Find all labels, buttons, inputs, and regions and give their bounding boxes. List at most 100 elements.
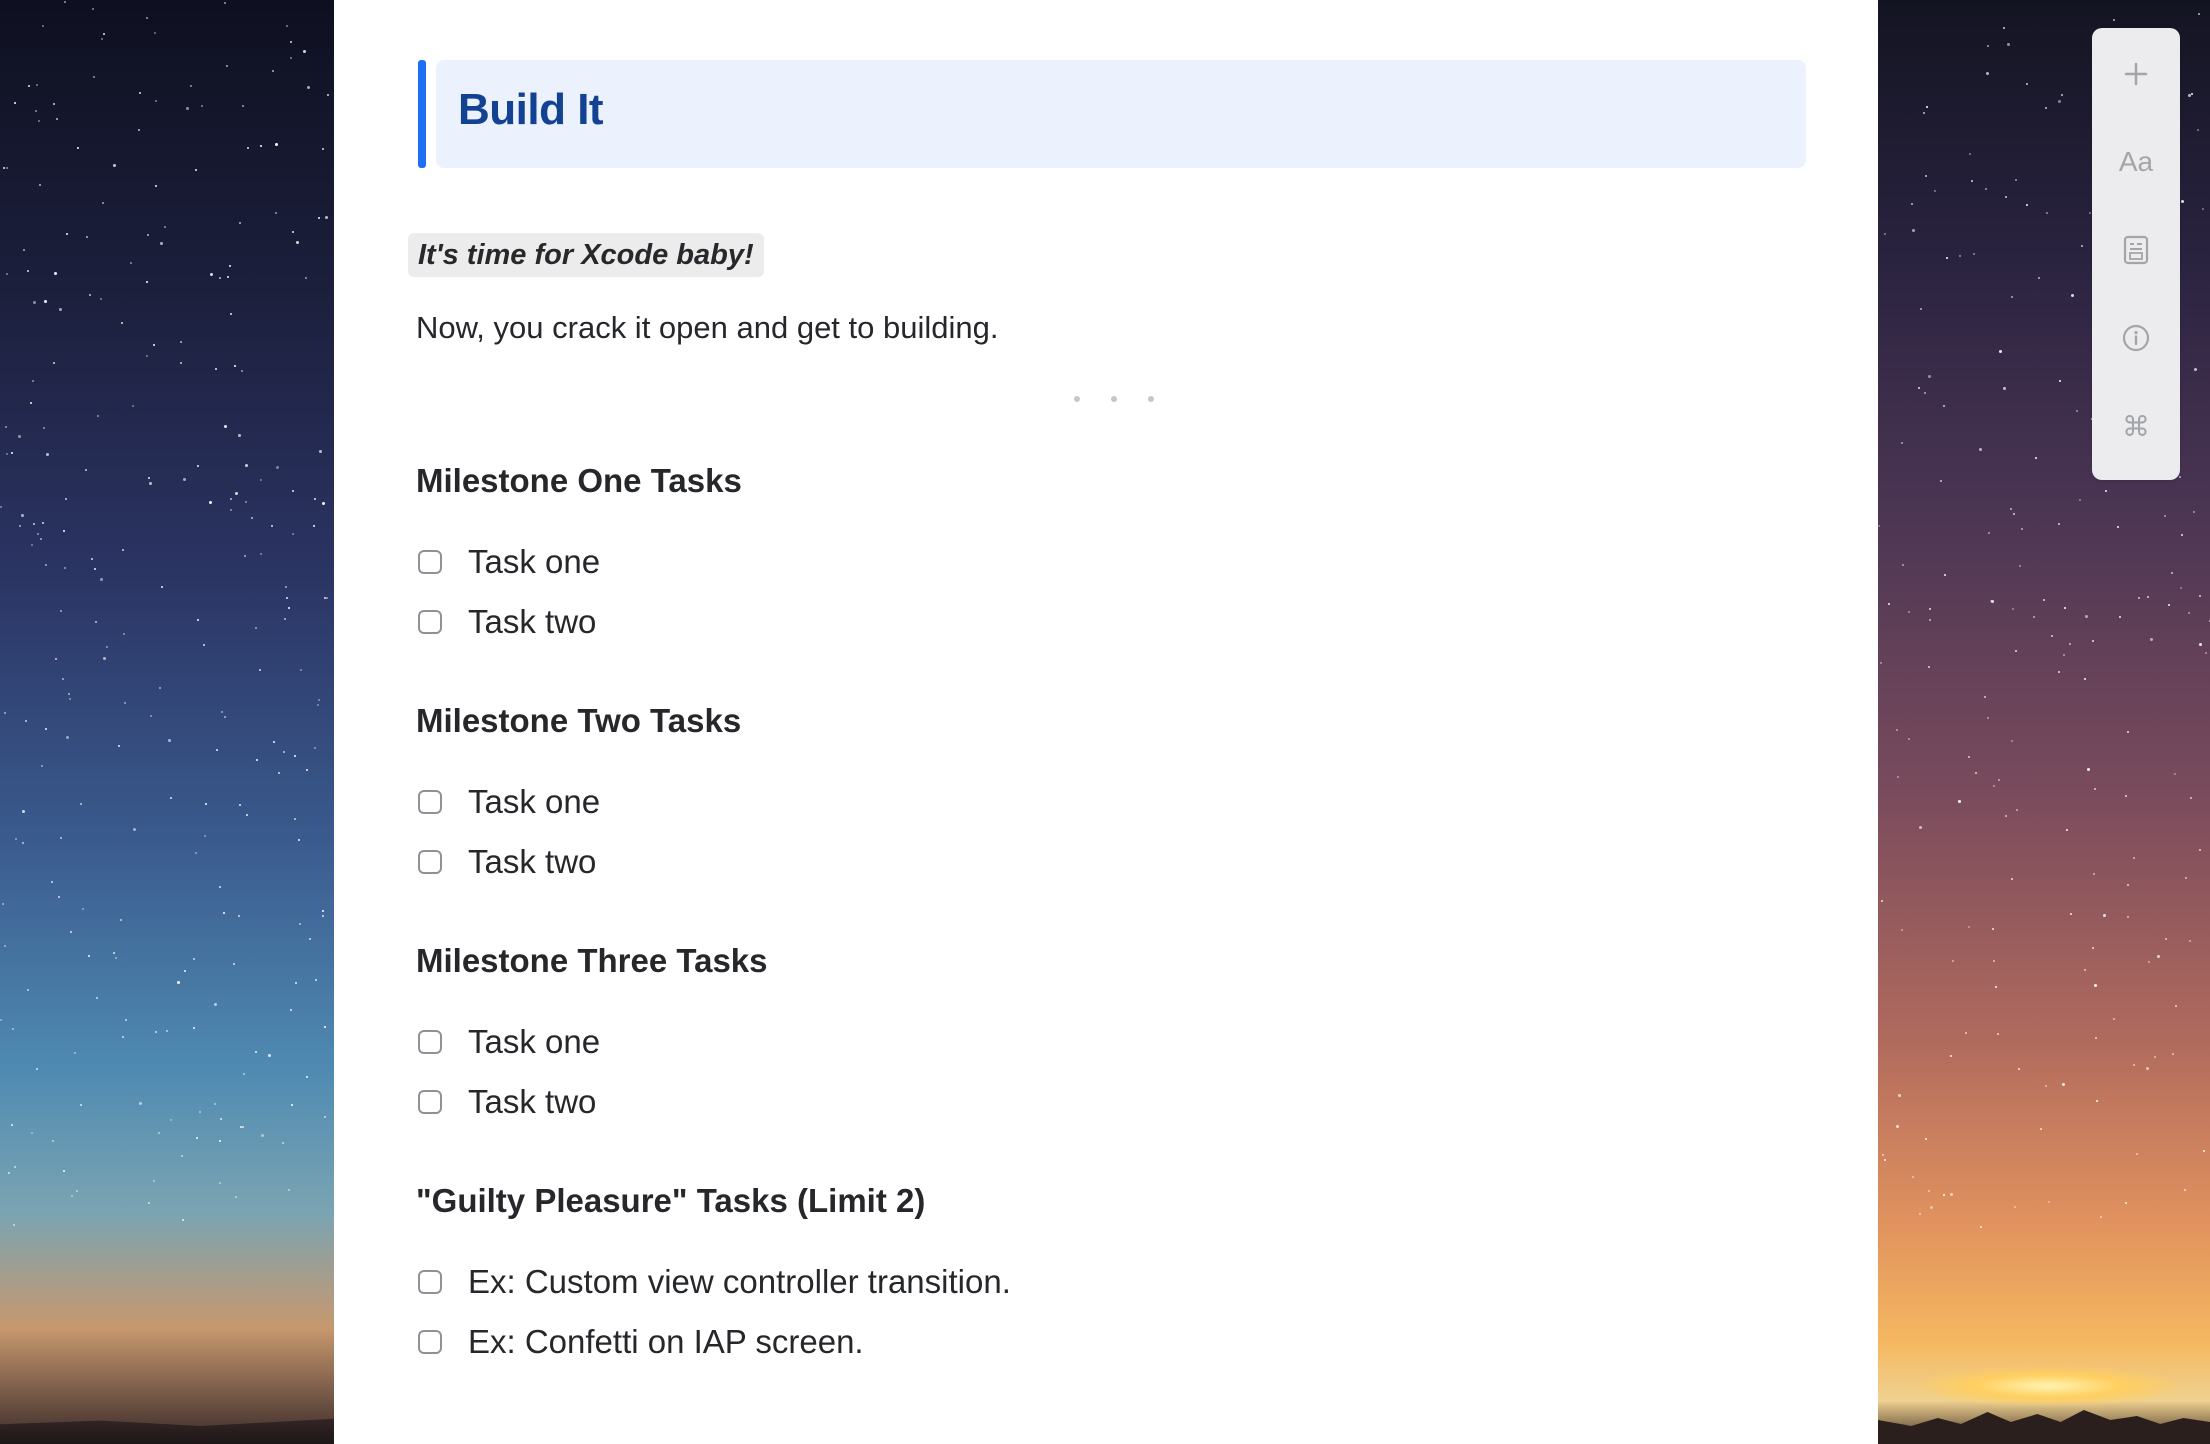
task-checkbox[interactable] — [418, 850, 442, 874]
star — [2040, 1128, 2042, 1130]
star — [4, 945, 6, 947]
star — [1919, 1213, 1921, 1215]
star — [2010, 508, 2012, 510]
star — [12, 1028, 14, 1030]
star — [1990, 600, 1992, 602]
star — [2146, 1067, 2149, 1070]
section-heading[interactable]: Milestone Two Tasks — [416, 702, 741, 740]
section-heading[interactable]: Milestone Three Tasks — [416, 942, 768, 980]
star — [290, 41, 292, 43]
media-card-button[interactable] — [2092, 218, 2180, 282]
star — [283, 751, 285, 753]
star — [285, 586, 287, 588]
star — [2033, 616, 2035, 618]
star — [260, 145, 262, 147]
star — [322, 910, 324, 912]
info-button[interactable] — [2092, 306, 2180, 370]
star — [2058, 100, 2061, 103]
star — [146, 355, 148, 357]
star — [2181, 534, 2183, 536]
star — [239, 804, 241, 806]
star — [292, 490, 294, 492]
document-page[interactable]: Build It It's time for Xcode baby! Now, … — [334, 0, 1878, 1444]
star — [219, 1182, 221, 1184]
star — [224, 2, 226, 4]
star — [278, 772, 280, 774]
star — [64, 1, 66, 3]
star — [2193, 511, 2195, 513]
task-label[interactable]: Task one — [468, 1023, 600, 1061]
star — [2127, 731, 2129, 733]
star — [1888, 603, 1890, 605]
section-heading[interactable]: Milestone One Tasks — [416, 462, 742, 500]
star — [272, 70, 274, 72]
star — [2197, 129, 2199, 131]
star — [63, 530, 65, 532]
task-checkbox[interactable] — [418, 790, 442, 814]
star — [55, 658, 57, 660]
star — [1987, 717, 1989, 719]
star — [36, 1068, 38, 1070]
star — [235, 1196, 237, 1198]
star — [1884, 233, 1886, 235]
task-label[interactable]: Task two — [468, 843, 596, 881]
page-title[interactable]: Build It — [458, 85, 604, 135]
star — [2063, 654, 2065, 656]
section-heading[interactable]: "Guilty Pleasure" Tasks (Limit 2) — [416, 1182, 925, 1220]
command-button[interactable]: ⌘ — [2092, 394, 2180, 458]
task-checkbox[interactable] — [418, 610, 442, 634]
star — [51, 881, 53, 883]
star — [31, 544, 33, 546]
star — [2051, 635, 2053, 637]
star — [6, 453, 8, 455]
task-label[interactable]: Task one — [468, 543, 600, 581]
star — [2070, 913, 2072, 915]
star — [299, 923, 301, 925]
star — [292, 231, 294, 233]
star — [1997, 1033, 1999, 1035]
add-button[interactable] — [2092, 42, 2180, 106]
star — [203, 644, 205, 646]
star — [11, 1124, 13, 1126]
text-format-button[interactable]: Aa — [2092, 130, 2180, 194]
star — [325, 216, 328, 219]
star — [54, 272, 57, 275]
star — [1928, 1190, 1930, 1192]
task-label[interactable]: Task two — [468, 603, 596, 641]
task-checkbox[interactable] — [418, 1030, 442, 1054]
star — [196, 1137, 198, 1139]
task-label[interactable]: Ex: Custom view controller transition. — [468, 1263, 1011, 1301]
star — [86, 236, 88, 238]
star — [235, 492, 238, 495]
star — [2026, 204, 2028, 206]
task-checkbox[interactable] — [418, 550, 442, 574]
star — [2174, 773, 2176, 775]
star — [245, 501, 247, 503]
star — [113, 952, 115, 954]
task-label[interactable]: Task one — [468, 783, 600, 821]
star — [282, 1142, 284, 1144]
intro-paragraph[interactable]: Now, you crack it open and get to buildi… — [416, 310, 998, 346]
star — [186, 107, 189, 110]
star — [41, 765, 43, 767]
star — [1901, 929, 1903, 931]
task-checkbox[interactable] — [418, 1330, 442, 1354]
star — [45, 728, 47, 730]
star — [6, 167, 8, 169]
star — [2045, 1085, 2047, 1087]
star — [1965, 1032, 1967, 1034]
task-checkbox[interactable] — [418, 1090, 442, 1114]
star — [2105, 490, 2107, 492]
star — [8, 1172, 10, 1174]
task-label[interactable]: Ex: Confetti on IAP screen. — [468, 1323, 864, 1361]
callout-text[interactable]: It's time for Xcode baby! — [418, 239, 754, 272]
star — [286, 25, 288, 27]
task-checkbox[interactable] — [418, 1270, 442, 1294]
task-label[interactable]: Task two — [468, 1083, 596, 1121]
star — [300, 669, 302, 671]
star — [1926, 106, 1928, 108]
star — [2012, 608, 2014, 610]
star — [2168, 604, 2170, 606]
star — [64, 567, 66, 569]
star — [1940, 480, 1942, 482]
